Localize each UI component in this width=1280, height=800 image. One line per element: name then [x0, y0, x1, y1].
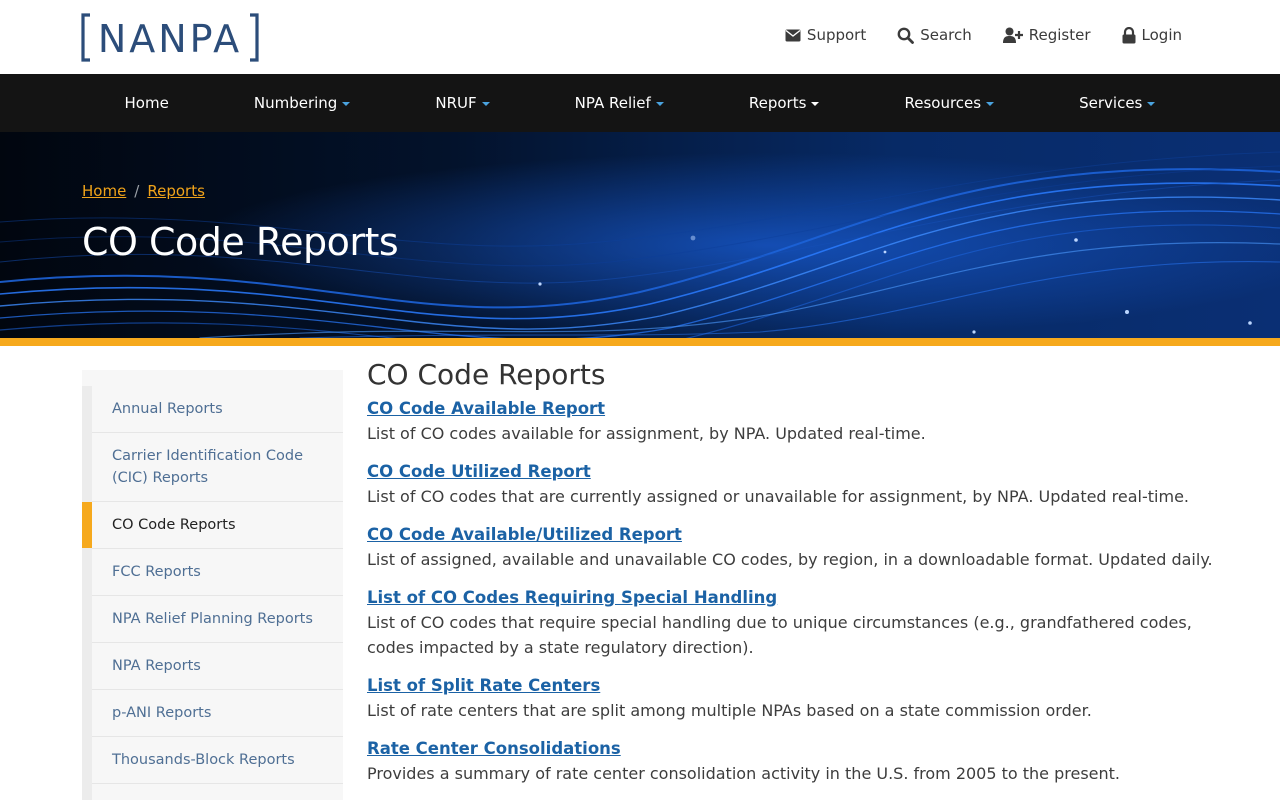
nav-services-label: Services [1079, 94, 1143, 112]
report-entry: List of CO Codes Requiring Special Handl… [367, 586, 1227, 660]
report-entry: CO Code Available Report List of CO code… [367, 397, 1227, 446]
envelope-icon [785, 29, 801, 42]
nav-nruf-label: NRUF [435, 94, 477, 112]
nav-npa-relief-label: NPA Relief [574, 94, 651, 112]
sidebar-nav: Annual Reports Carrier Identification Co… [82, 370, 343, 800]
sidebar-left-rule [82, 386, 92, 800]
report-entry: Rate Center Consolidations Provides a su… [367, 737, 1227, 786]
sidebar-item-annual-reports[interactable]: Annual Reports [92, 386, 343, 433]
support-label: Support [806, 26, 867, 44]
nav-numbering-label: Numbering [253, 94, 338, 112]
report-link-co-code-utilized[interactable]: CO Code Utilized Report [367, 460, 591, 484]
nav-home[interactable]: Home [125, 94, 169, 112]
support-link[interactable]: Support [785, 26, 866, 44]
nanpa-logo[interactable]: NANPA [81, 13, 259, 62]
caret-down-icon [1147, 101, 1156, 106]
user-plus-icon [1002, 27, 1023, 43]
report-description: List of CO codes available for assignmen… [367, 424, 926, 443]
report-description: List of CO codes that are currently assi… [367, 487, 1189, 506]
sidebar-item-npa-reports[interactable]: NPA Reports [92, 643, 343, 690]
caret-down-icon [655, 101, 664, 106]
report-link-co-code-available[interactable]: CO Code Available Report [367, 397, 605, 421]
report-description: List of CO codes that require special ha… [367, 613, 1192, 657]
search-label: Search [920, 26, 972, 44]
accent-divider [0, 338, 1280, 346]
report-link-rate-center-consolidations[interactable]: Rate Center Consolidations [367, 737, 621, 761]
page-title: CO Code Reports [82, 220, 399, 264]
lock-icon [1122, 26, 1136, 44]
login-link[interactable]: Login [1122, 26, 1182, 44]
report-link-special-handling[interactable]: List of CO Codes Requiring Special Handl… [367, 586, 777, 610]
caret-down-icon [342, 101, 351, 106]
sidebar-item-co-code-reports[interactable]: CO Code Reports [82, 502, 343, 549]
register-label: Register [1028, 26, 1091, 44]
report-entry: CO Code Available/Utilized Report List o… [367, 523, 1227, 572]
nav-reports[interactable]: Reports [749, 94, 820, 112]
content-heading: CO Code Reports [367, 358, 606, 391]
nav-npa-relief[interactable]: NPA Relief [575, 94, 664, 112]
nav-numbering[interactable]: Numbering [253, 94, 351, 112]
report-description: List of rate centers that are split amon… [367, 701, 1092, 720]
hero-banner: Home / Reports CO Code Reports [0, 132, 1280, 338]
sidebar-item-cic-reports[interactable]: Carrier Identification Code (CIC) Report… [92, 433, 343, 502]
breadcrumb: Home / Reports [82, 182, 205, 200]
report-description: List of assigned, available and unavaila… [367, 550, 1213, 569]
caret-down-icon [481, 101, 490, 106]
sidebar-item-npa-relief-planning-reports[interactable]: NPA Relief Planning Reports [92, 596, 343, 643]
report-entry: CO Code Utilized Report List of CO codes… [367, 460, 1227, 509]
report-entry: List of Split Rate Centers List of rate … [367, 674, 1227, 723]
nav-reports-label: Reports [748, 94, 807, 112]
main-content: CO Code Reports CO Code Available Report… [367, 358, 1227, 800]
nav-resources[interactable]: Resources [904, 94, 995, 112]
report-description: Provides a summary of rate center consol… [367, 764, 1121, 783]
nav-nruf[interactable]: NRUF [435, 94, 490, 112]
sidebar-item-p-ani-reports[interactable]: p-ANI Reports [92, 690, 343, 737]
login-label: Login [1141, 26, 1182, 44]
sidebar-item-thousands-block-reports[interactable]: Thousands-Block Reports [92, 737, 343, 784]
search-link[interactable]: Search [897, 26, 972, 44]
report-link-co-code-available-utilized[interactable]: CO Code Available/Utilized Report [367, 523, 682, 547]
breadcrumb-separator: / [134, 182, 140, 200]
caret-down-icon [986, 101, 995, 106]
breadcrumb-home-link[interactable]: Home [82, 182, 126, 200]
breadcrumb-reports-link[interactable]: Reports [147, 182, 205, 200]
report-link-split-rate-centers[interactable]: List of Split Rate Centers [367, 674, 600, 698]
main-nav: Home Numbering NRUF NPA Relief Reports R… [0, 74, 1280, 132]
sidebar-item-fcc-reports[interactable]: FCC Reports [92, 549, 343, 596]
nav-resources-label: Resources [904, 94, 982, 112]
svg-text:NANPA: NANPA [98, 17, 242, 61]
caret-down-icon [811, 101, 820, 106]
nav-home-label: Home [124, 94, 169, 112]
site-header: NANPA Support Search Register Login [0, 0, 1280, 74]
nav-services[interactable]: Services [1079, 94, 1156, 112]
search-icon [897, 27, 915, 44]
utility-nav: Support Search Register Login [785, 26, 1182, 44]
register-link[interactable]: Register [1002, 26, 1091, 44]
